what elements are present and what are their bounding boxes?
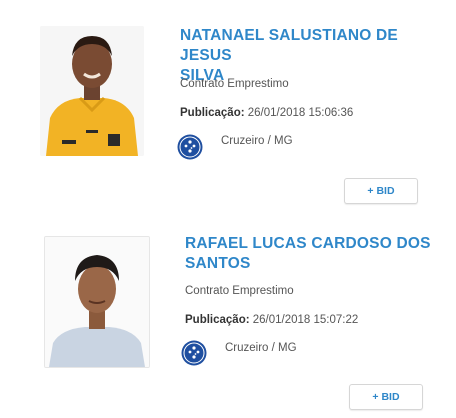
publication-datetime: 26/01/2018 15:06:36	[247, 107, 354, 119]
cruzeiro-crest-icon	[177, 134, 203, 160]
add-bid-button[interactable]: + BID	[344, 178, 418, 204]
publication-label: Publicação:	[185, 314, 250, 326]
player-photo-image	[45, 237, 149, 367]
club-name: Cruzeiro / MG	[225, 342, 297, 354]
publication-info: Publicação: 26/01/2018 15:07:22	[185, 314, 358, 326]
player-name[interactable]: NATANAEL SALUSTIANO DE JESUS SILVA	[180, 26, 450, 86]
add-bid-button[interactable]: + BID	[349, 384, 423, 410]
player-name-line1: NATANAEL SALUSTIANO DE JESUS	[180, 27, 398, 64]
contract-type: Contrato Emprestimo	[180, 78, 289, 90]
player-photo	[44, 236, 150, 368]
player-photo	[40, 26, 144, 156]
player-name[interactable]: RAFAEL LUCAS CARDOSO DOS SANTOS	[185, 234, 450, 274]
contract-type: Contrato Emprestimo	[185, 285, 294, 297]
club-name: Cruzeiro / MG	[221, 135, 293, 147]
player-photo-image	[40, 26, 144, 156]
player-name-line1: RAFAEL LUCAS CARDOSO DOS	[185, 235, 431, 252]
player-name-line2: SANTOS	[185, 255, 251, 272]
publication-info: Publicação: 26/01/2018 15:06:36	[180, 107, 353, 119]
publication-datetime: 26/01/2018 15:07:22	[252, 314, 359, 326]
publication-label: Publicação:	[180, 107, 245, 119]
cruzeiro-crest-icon	[181, 340, 207, 366]
